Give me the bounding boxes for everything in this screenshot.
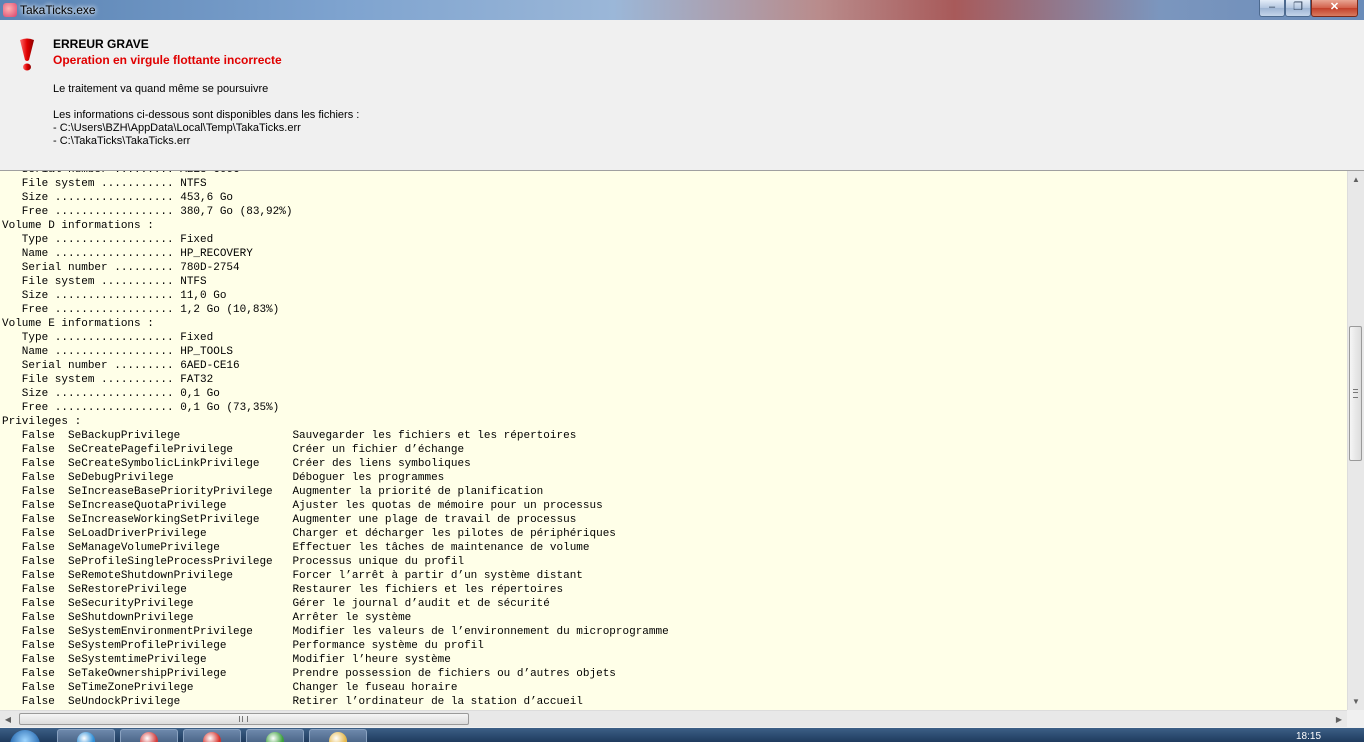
log-line: Type .................. Fixed [2,332,214,344]
scroll-left-arrow-icon[interactable]: ◀ [0,711,16,728]
continue-note: Le traitement va quand même se poursuivr… [53,83,269,95]
error-dialog-window: TakaTicks.exe ‒ ❐ ✕ ERREUR GRAVE Operati… [0,0,1364,728]
log-line: False SeSecurityPrivilege Gérer le journ… [2,598,550,610]
vertical-scroll-thumb[interactable] [1349,326,1362,461]
vertical-scrollbar[interactable]: ▲ ▼ [1347,171,1364,710]
grip-icon [239,716,248,722]
taskbar: 18:15 [0,728,1364,742]
log-line: Volume E informations : [2,318,154,330]
taskbar-button-ie[interactable] [57,729,115,742]
taskbar-button-opera[interactable] [183,729,241,742]
close-button[interactable]: ✕ [1311,0,1358,17]
log-line: False SeBackupPrivilege Sauvegarder les … [2,430,577,442]
scroll-right-arrow-icon[interactable]: ▶ [1331,711,1347,728]
log-panel: Serial number ......... A2E5-C06C File s… [0,170,1364,727]
scroll-down-arrow-icon[interactable]: ▼ [1348,693,1364,710]
log-line: False SeTimeZonePrivilege Changer le fus… [2,682,458,694]
log-line: False SeSystemProfilePrivilege Performan… [2,640,484,652]
scroll-up-arrow-icon[interactable]: ▲ [1348,171,1364,188]
log-line: Free .................. 0,1 Go (73,35%) [2,402,280,414]
log-line: Name .................. HP_TOOLS [2,346,234,358]
log-line: Size .................. 0,1 Go [2,388,220,400]
log-line: Volume D informations : [2,220,154,232]
log-line: File system ........... NTFS [2,178,207,190]
log-line: File system ........... FAT32 [2,374,214,386]
log-line: False SeIncreaseWorkingSetPrivilege Augm… [2,514,577,526]
log-line: False SeCreatePagefilePrivilege Créer un… [2,444,465,456]
log-line: False SeSystemEnvironmentPrivilege Modif… [2,626,669,638]
log-line: False SeUndockPrivilege Retirer l’ordina… [2,696,583,708]
folder-icon [329,732,347,742]
log-line: Size .................. 11,0 Go [2,290,227,302]
log-line: Privileges : [2,416,82,428]
maximize-button[interactable]: ❐ [1285,0,1311,17]
log-line: False SeSystemtimePrivilege Modifier l’h… [2,654,451,666]
window-title: TakaTicks.exe [20,3,96,17]
horizontal-scroll-thumb[interactable] [19,713,469,725]
file-path-app: - C:\TakaTicks\TakaTicks.err [53,135,191,147]
log-line: Serial number ......... 6AED-CE16 [2,360,240,372]
log-line: Type .................. Fixed [2,234,214,246]
horizontal-scrollbar[interactable]: ◀ ▶ [0,710,1347,727]
error-message: Operation en virgule flottante incorrect… [53,53,282,67]
log-line: False SeDebugPrivilege Déboguer les prog… [2,472,445,484]
log-line: False SeShutdownPrivilege Arrêter le sys… [2,612,412,624]
scrollbar-corner [1347,710,1364,727]
log-line: False SeProfileSingleProcessPrivilege Pr… [2,556,465,568]
log-line: False SeTakeOwnershipPrivilege Prendre p… [2,668,616,680]
app-icon-red [140,732,158,742]
taskbar-button-green[interactable] [246,729,304,742]
log-line: Serial number ......... 780D-2754 [2,262,240,274]
log-line: Free .................. 1,2 Go (10,83%) [2,304,280,316]
taskbar-button-folder[interactable] [309,729,367,742]
green-app-icon [266,732,284,742]
log-line: False SeIncreaseQuotaPrivilege Ajuster l… [2,500,603,512]
opera-icon [203,732,221,742]
internet-explorer-icon [77,732,95,742]
minimize-button[interactable]: ‒ [1259,0,1285,17]
files-info: Les informations ci-dessous sont disponi… [53,109,359,148]
log-line: False SeIncreaseBasePriorityPrivilege Au… [2,486,544,498]
error-header: ERREUR GRAVE Operation en virgule flotta… [0,20,1364,170]
log-text-area[interactable]: Serial number ......... A2E5-C06C File s… [0,171,1347,710]
log-line: False SeManageVolumePrivilege Effectuer … [2,542,590,554]
title-bar[interactable]: TakaTicks.exe ‒ ❐ ✕ [0,0,1364,20]
log-line: Free .................. 380,7 Go (83,92%… [2,206,293,218]
log-line: File system ........... NTFS [2,276,207,288]
exclamation-icon [20,38,34,71]
log-line: Name .................. HP_RECOVERY [2,248,253,260]
log-line: False SeLoadDriverPrivilege Charger et d… [2,528,616,540]
files-intro: Les informations ci-dessous sont disponi… [53,109,360,121]
grip-icon [1353,389,1358,398]
error-title: ERREUR GRAVE [53,37,149,51]
log-line: False SeCreateSymbolicLinkPrivilege Crée… [2,458,471,470]
log-line: Size .................. 453,6 Go [2,192,234,204]
log-line: False SeRemoteShutdownPrivilege Forcer l… [2,570,583,582]
log-lines: Serial number ......... A2E5-C06C File s… [2,171,669,709]
app-icon [3,3,17,17]
start-button[interactable] [10,730,40,742]
log-line: False SeRestorePrivilege Restaurer les f… [2,584,564,596]
taskbar-clock: 18:15 [1296,731,1322,742]
file-path-temp: - C:\Users\BZH\AppData\Local\Temp\TakaTi… [53,122,301,134]
taskbar-button-app[interactable] [120,729,178,742]
